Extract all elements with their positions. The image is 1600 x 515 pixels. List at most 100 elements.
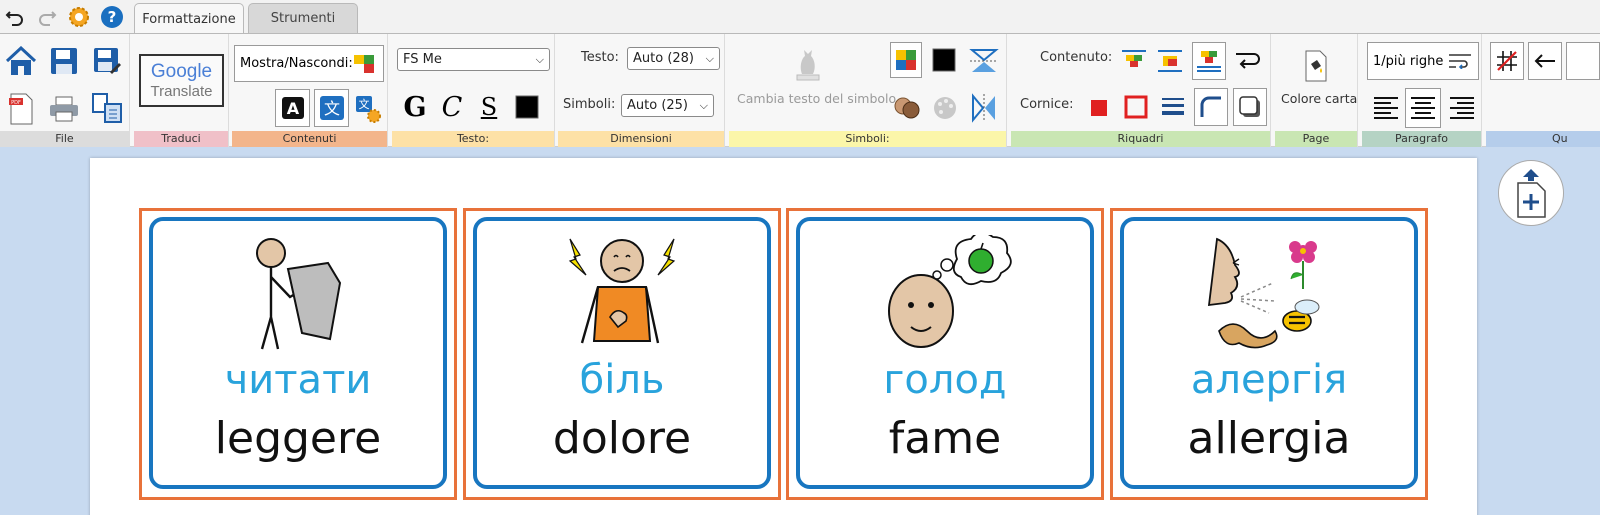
home-icon[interactable] (4, 44, 38, 78)
table-delete-icon[interactable] (1490, 42, 1524, 80)
flip-horizontal-icon[interactable] (967, 91, 1001, 125)
border-fill-color-icon[interactable] (1085, 92, 1113, 124)
arrow-left-icon[interactable] (1528, 42, 1562, 80)
group-page: Colore carta Page (1275, 34, 1358, 147)
language-icon[interactable]: 文 (314, 89, 349, 127)
google-translate-button[interactable]: Google Translate (139, 54, 224, 107)
symbol-card[interactable]: алергія allergia (1120, 217, 1418, 489)
align-right-icon[interactable] (1446, 91, 1478, 125)
palette-icon[interactable] (929, 92, 961, 124)
translate-logo-text: Translate (150, 83, 213, 100)
italian-word: allergia (1187, 413, 1351, 464)
italian-word: dolore (552, 413, 692, 464)
undo-icon[interactable] (3, 5, 27, 29)
text-wrap-icon[interactable] (1232, 44, 1264, 78)
tab-formattazione[interactable]: Formattazione (134, 3, 244, 34)
font-select[interactable]: FS Me ⌵ (397, 48, 550, 71)
colore-carta-label: Colore carta (1281, 91, 1358, 106)
allergy-icon (1124, 235, 1414, 353)
hungry-head-icon (800, 235, 1090, 353)
help-icon[interactable]: ? (100, 5, 124, 29)
group-label-paragrafo: Paragrafo (1362, 131, 1481, 147)
group-label-riquadri: Riquadri (1011, 131, 1270, 147)
svg-text:文: 文 (359, 97, 370, 111)
group-label-file: File (0, 131, 129, 147)
text-size-value: Auto (28) (633, 51, 695, 66)
corner-rounding-icon[interactable] (1194, 88, 1228, 126)
line-wrap-icon (1449, 54, 1471, 69)
redo-icon[interactable] (35, 5, 59, 29)
dimensioni-simboli-label: Simboli: (563, 97, 616, 112)
ukrainian-word: алергія (1190, 357, 1348, 403)
save-icon[interactable] (47, 44, 81, 78)
group-label-traduci: Traduci (134, 131, 228, 147)
grid-cell[interactable]: читати leggere (139, 208, 457, 500)
group-label-page: Page (1275, 131, 1357, 147)
text-color-icon[interactable] (512, 91, 542, 123)
add-page-icon (1517, 169, 1546, 218)
export-icon[interactable] (90, 91, 124, 125)
save-as-icon[interactable] (90, 44, 124, 78)
text-size-select[interactable]: Auto (28) ⌵ (627, 47, 720, 70)
grid-cell[interactable]: біль dolore (463, 208, 781, 500)
content-align-top-icon[interactable] (1118, 44, 1150, 78)
line-mode-label: 1/più righe (1373, 53, 1444, 69)
italian-word: fame (888, 413, 1002, 464)
flip-vertical-icon[interactable] (967, 44, 1001, 78)
mostra-nascondi-button[interactable]: Mostra/Nascondi: (234, 45, 384, 82)
grid-cell[interactable]: голод fame (786, 208, 1104, 500)
symbol-card[interactable]: біль dolore (473, 217, 771, 489)
symbol-size-value: Auto (25) (627, 98, 689, 113)
chevron-down-icon: ⌵ (705, 52, 714, 65)
quick-access-toolbar: ? Formattazione Strumenti (0, 0, 1600, 34)
cat-symbol-icon (791, 44, 825, 84)
pdf-icon[interactable]: PDF (6, 92, 36, 126)
skin-tone-icon[interactable] (892, 91, 924, 125)
partial-button[interactable] (1566, 42, 1600, 80)
add-page-button[interactable] (1498, 160, 1564, 226)
chevron-down-icon: ⌵ (699, 99, 708, 112)
group-label-contenuti: Contenuti (232, 131, 387, 147)
symbol-card[interactable]: голод fame (796, 217, 1094, 489)
bold-icon[interactable]: G (400, 89, 430, 125)
group-contenuti: Mostra/Nascondi: A 文 文 Contenuti (232, 34, 388, 147)
group-riquadri: Contenuto: Cornice: Riquadri (1011, 34, 1271, 147)
group-traduci: Google Translate Traduci (134, 34, 229, 147)
symbol-color-swatch-icon[interactable] (890, 42, 922, 78)
italic-icon[interactable]: C (437, 89, 467, 125)
group-file: PDF File (0, 34, 130, 147)
grid-cell[interactable]: алергія allergia (1110, 208, 1428, 500)
text-style-a-icon[interactable]: A (275, 89, 310, 127)
content-align-middle-icon[interactable] (1154, 44, 1186, 78)
symbol-size-select[interactable]: Auto (25) ⌵ (621, 94, 714, 117)
italian-word: leggere (214, 413, 382, 464)
group-label-qu: Qu (1486, 131, 1600, 147)
group-dimensioni: Testo: Auto (28) ⌵ Simboli: Auto (25) ⌵ … (558, 34, 725, 147)
line-mode-button[interactable]: 1/più righe (1367, 42, 1479, 80)
group-simboli: Cambia testo del simbolo Simboli: (729, 34, 1007, 147)
group-label-testo: Testo: (392, 131, 554, 147)
border-color-icon[interactable] (1120, 90, 1152, 124)
settings-gear-icon[interactable] (67, 5, 91, 29)
group-testo: FS Me ⌵ G C S Testo: (392, 34, 555, 147)
tab-strumenti[interactable]: Strumenti (248, 3, 358, 33)
google-logo-text: Google (150, 61, 213, 82)
print-icon[interactable] (47, 94, 81, 124)
paper-color-icon[interactable] (1299, 48, 1333, 84)
svg-text:A: A (286, 99, 299, 118)
align-left-icon[interactable] (1370, 91, 1402, 125)
symbol-card[interactable]: читати leggere (149, 217, 447, 489)
align-center-icon[interactable] (1405, 88, 1441, 128)
reading-person-icon (153, 235, 443, 353)
group-qu: Qu (1486, 34, 1600, 147)
pain-person-icon (477, 235, 767, 353)
translate-settings-icon[interactable]: 文 (352, 91, 384, 127)
riquadri-cornice-label: Cornice: (1020, 97, 1074, 112)
underline-icon[interactable]: S (474, 89, 504, 125)
ukrainian-word: голод (883, 357, 1007, 403)
symbol-fill-color-icon[interactable] (929, 44, 959, 76)
content-align-bottom-icon[interactable] (1192, 42, 1226, 80)
riquadri-contenuto-label: Contenuto: (1040, 50, 1113, 65)
border-thickness-icon[interactable] (1157, 90, 1189, 124)
shadow-icon[interactable] (1233, 88, 1267, 126)
